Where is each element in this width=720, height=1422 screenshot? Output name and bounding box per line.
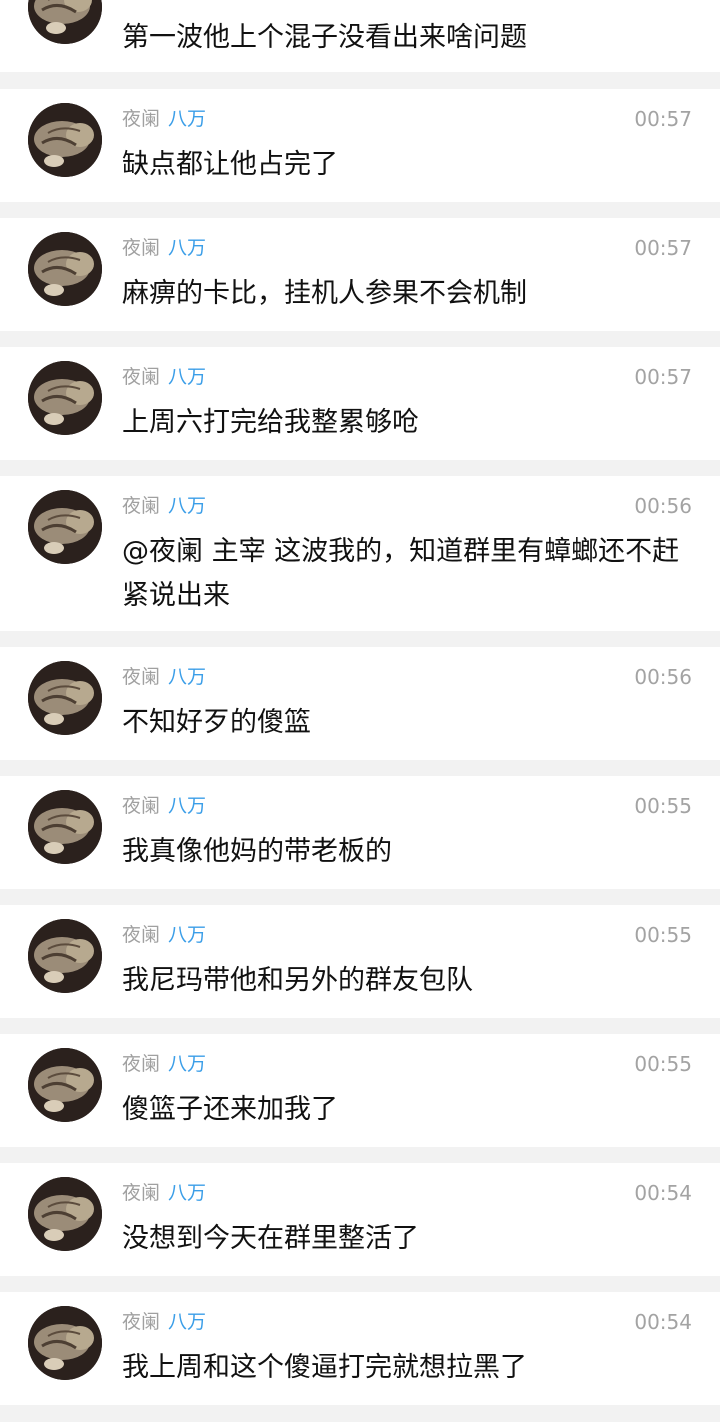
group-title-tag: 八万 [168, 1182, 207, 1204]
avatar[interactable] [28, 103, 102, 177]
message-card[interactable]: 夜阑 八万 00:57 麻痹的卡比，挂机人参果不会机制 [0, 218, 720, 331]
message-text: 第一波他上个混子没看出来啥问题 [122, 22, 527, 53]
timestamp: 00:55 [634, 923, 692, 947]
cat-photo-avatar-icon [28, 490, 102, 564]
sender-row: 夜阑 八万 [122, 665, 206, 689]
sender-row: 夜阑 八万 [122, 1052, 206, 1076]
message-text: 缺点都让他占完了 [122, 149, 338, 180]
group-title-tag: 八万 [168, 666, 207, 688]
avatar[interactable] [28, 790, 102, 864]
message-card[interactable]: 第一波他上个混子没看出来啥问题 [0, 0, 720, 72]
cat-photo-avatar-icon [28, 103, 102, 177]
message-card[interactable]: 夜阑 八万 00:54 没想到今天在群里整活了 [0, 1163, 720, 1276]
sender-row: 夜阑 八万 [122, 365, 206, 389]
sender-name[interactable]: 夜阑 [122, 495, 160, 517]
message-text: 傻篮子还来加我了 [122, 1094, 338, 1125]
message-card[interactable]: 夜阑 八万 00:57 上周六打完给我整累够呛 [0, 347, 720, 460]
message-text: 我尼玛带他和另外的群友包队 [122, 965, 473, 996]
avatar[interactable] [28, 661, 102, 735]
message-text: 我真像他妈的带老板的 [122, 836, 392, 867]
sender-row: 夜阑 八万 [122, 1181, 206, 1205]
message-card[interactable]: 夜阑 八万 00:55 我尼玛带他和另外的群友包队 [0, 905, 720, 1018]
timestamp: 00:57 [634, 236, 692, 260]
group-title-tag: 八万 [168, 108, 207, 130]
timestamp: 00:56 [634, 494, 692, 518]
message-text: 没想到今天在群里整活了 [122, 1223, 419, 1254]
cat-photo-avatar-icon [28, 661, 102, 735]
timestamp: 00:54 [634, 1310, 692, 1334]
sender-name[interactable]: 夜阑 [122, 108, 160, 130]
cat-photo-avatar-icon [28, 361, 102, 435]
sender-row: 夜阑 八万 [122, 923, 206, 947]
sender-name[interactable]: 夜阑 [122, 1182, 160, 1204]
timestamp: 00:57 [634, 107, 692, 131]
avatar[interactable] [28, 490, 102, 564]
group-title-tag: 八万 [168, 366, 207, 388]
timestamp: 00:54 [634, 1181, 692, 1205]
sender-name[interactable]: 夜阑 [122, 1311, 160, 1333]
sender-name[interactable]: 夜阑 [122, 1053, 160, 1075]
cat-photo-avatar-icon [28, 790, 102, 864]
cat-photo-avatar-icon [28, 1306, 102, 1380]
group-title-tag: 八万 [168, 1311, 207, 1333]
message-text: 麻痹的卡比，挂机人参果不会机制 [122, 278, 527, 309]
sender-row: 夜阑 八万 [122, 236, 206, 260]
sender-row: 夜阑 八万 [122, 1310, 206, 1334]
cat-photo-avatar-icon [28, 1048, 102, 1122]
group-title-tag: 八万 [168, 1053, 207, 1075]
avatar[interactable] [28, 0, 102, 44]
avatar[interactable] [28, 1306, 102, 1380]
cat-photo-avatar-icon [28, 1177, 102, 1251]
sender-row: 夜阑 八万 [122, 494, 206, 518]
group-title-tag: 八万 [168, 795, 207, 817]
message-text: 我上周和这个傻逼打完就想拉黑了 [122, 1352, 527, 1383]
sender-name[interactable]: 夜阑 [122, 924, 160, 946]
message-text: @夜阑 主宰 这波我的，知道群里有蟑螂还不赶紧说出来 [122, 536, 680, 611]
sender-row: 夜阑 八万 [122, 107, 206, 131]
sender-name[interactable]: 夜阑 [122, 366, 160, 388]
message-card[interactable]: 夜阑 八万 00:54 我上周和这个傻逼打完就想拉黑了 [0, 1292, 720, 1405]
message-text: 上周六打完给我整累够呛 [122, 407, 419, 438]
timestamp: 00:55 [634, 1052, 692, 1076]
group-title-tag: 八万 [168, 924, 207, 946]
sender-row: 夜阑 八万 [122, 794, 206, 818]
cat-photo-avatar-icon [28, 919, 102, 993]
message-card[interactable]: 夜阑 八万 00:55 我真像他妈的带老板的 [0, 776, 720, 889]
message-card[interactable]: 夜阑 八万 00:56 @夜阑 主宰 这波我的，知道群里有蟑螂还不赶紧说出来 [0, 476, 720, 631]
cat-photo-avatar-icon [28, 0, 102, 44]
timestamp: 00:55 [634, 794, 692, 818]
message-card[interactable]: 夜阑 八万 00:56 不知好歹的傻篮 [0, 647, 720, 760]
timestamp: 00:57 [634, 365, 692, 389]
avatar[interactable] [28, 361, 102, 435]
sender-name[interactable]: 夜阑 [122, 237, 160, 259]
group-title-tag: 八万 [168, 237, 207, 259]
message-card[interactable]: 夜阑 八万 00:57 缺点都让他占完了 [0, 89, 720, 202]
message-text: 不知好歹的傻篮 [122, 707, 311, 738]
message-card[interactable]: 夜阑 八万 00:55 傻篮子还来加我了 [0, 1034, 720, 1147]
cat-photo-avatar-icon [28, 232, 102, 306]
sender-name[interactable]: 夜阑 [122, 666, 160, 688]
sender-name[interactable]: 夜阑 [122, 795, 160, 817]
avatar[interactable] [28, 232, 102, 306]
group-title-tag: 八万 [168, 495, 207, 517]
avatar[interactable] [28, 919, 102, 993]
timestamp: 00:56 [634, 665, 692, 689]
avatar[interactable] [28, 1048, 102, 1122]
avatar[interactable] [28, 1177, 102, 1251]
